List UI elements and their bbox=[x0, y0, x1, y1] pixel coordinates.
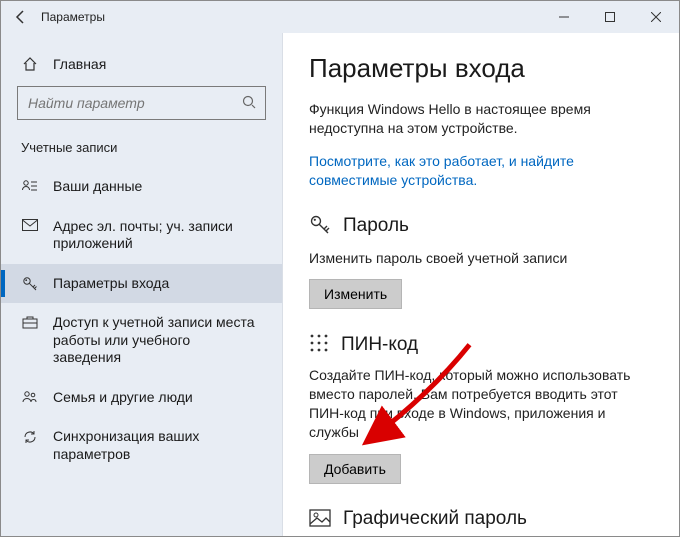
sidebar: Главная Учетные записи Ваши данные bbox=[1, 33, 283, 536]
search-input[interactable] bbox=[17, 86, 266, 120]
back-button[interactable] bbox=[11, 7, 31, 27]
page-heading: Параметры входа bbox=[309, 53, 653, 84]
minimize-button[interactable] bbox=[541, 1, 587, 33]
sidebar-item-label: Семья и другие люди bbox=[53, 389, 199, 407]
sidebar-item-sync[interactable]: Синхронизация ваших параметров bbox=[1, 417, 282, 474]
maximize-button[interactable] bbox=[587, 1, 633, 33]
close-button[interactable] bbox=[633, 1, 679, 33]
password-desc: Изменить пароль своей учетной записи bbox=[309, 249, 653, 268]
sidebar-item-label: Ваши данные bbox=[53, 178, 148, 196]
windows-hello-link[interactable]: Посмотрите, как это работает, и найдите … bbox=[309, 153, 574, 188]
picture-icon bbox=[309, 509, 331, 530]
search-icon bbox=[241, 94, 257, 113]
sidebar-item-email-accounts[interactable]: Адрес эл. почты; уч. записи приложений bbox=[1, 207, 282, 264]
people-icon bbox=[21, 390, 39, 404]
mail-icon bbox=[21, 219, 39, 231]
settings-window: Параметры Главная bbox=[0, 0, 680, 537]
sidebar-item-label: Синхронизация ваших параметров bbox=[53, 428, 262, 463]
sidebar-item-label: Параметры входа bbox=[53, 275, 175, 293]
home-icon bbox=[21, 56, 39, 72]
picture-password-section: Графический пароль bbox=[309, 508, 653, 530]
add-pin-button[interactable]: Добавить bbox=[309, 454, 401, 484]
content-pane: Параметры входа Функция Windows Hello в … bbox=[283, 33, 679, 536]
home-label: Главная bbox=[53, 56, 106, 72]
titlebar: Параметры bbox=[1, 1, 679, 33]
pin-desc: Создайте ПИН-код, который можно использо… bbox=[309, 366, 653, 442]
sidebar-item-signin-options[interactable]: Параметры входа bbox=[1, 264, 282, 304]
password-section: Пароль Изменить пароль своей учетной зап… bbox=[309, 214, 653, 310]
change-password-button[interactable]: Изменить bbox=[309, 279, 402, 309]
window-title: Параметры bbox=[41, 10, 105, 24]
sidebar-item-label: Адрес эл. почты; уч. записи приложений bbox=[53, 218, 262, 253]
sidebar-item-work-access[interactable]: Доступ к учетной записи места работы или… bbox=[1, 303, 282, 378]
sidebar-item-label: Доступ к учетной записи места работы или… bbox=[53, 314, 262, 367]
windows-hello-status: Функция Windows Hello в настоящее время … bbox=[309, 100, 653, 138]
section-title: Учетные записи bbox=[1, 136, 282, 167]
search-field[interactable] bbox=[26, 94, 241, 112]
sync-icon bbox=[21, 429, 39, 445]
picture-title: Графический пароль bbox=[343, 508, 527, 530]
home-nav[interactable]: Главная bbox=[1, 49, 282, 86]
pin-title: ПИН-код bbox=[341, 334, 418, 356]
person-id-icon bbox=[21, 179, 39, 193]
key-icon bbox=[21, 276, 39, 292]
key-icon bbox=[309, 214, 331, 239]
password-title: Пароль bbox=[343, 215, 409, 237]
keypad-icon bbox=[309, 333, 329, 356]
briefcase-icon bbox=[21, 315, 39, 329]
sidebar-item-your-info[interactable]: Ваши данные bbox=[1, 167, 282, 207]
pin-section: ПИН-код Создайте ПИН-код, который можно … bbox=[309, 333, 653, 484]
sidebar-item-family[interactable]: Семья и другие люди bbox=[1, 378, 282, 418]
